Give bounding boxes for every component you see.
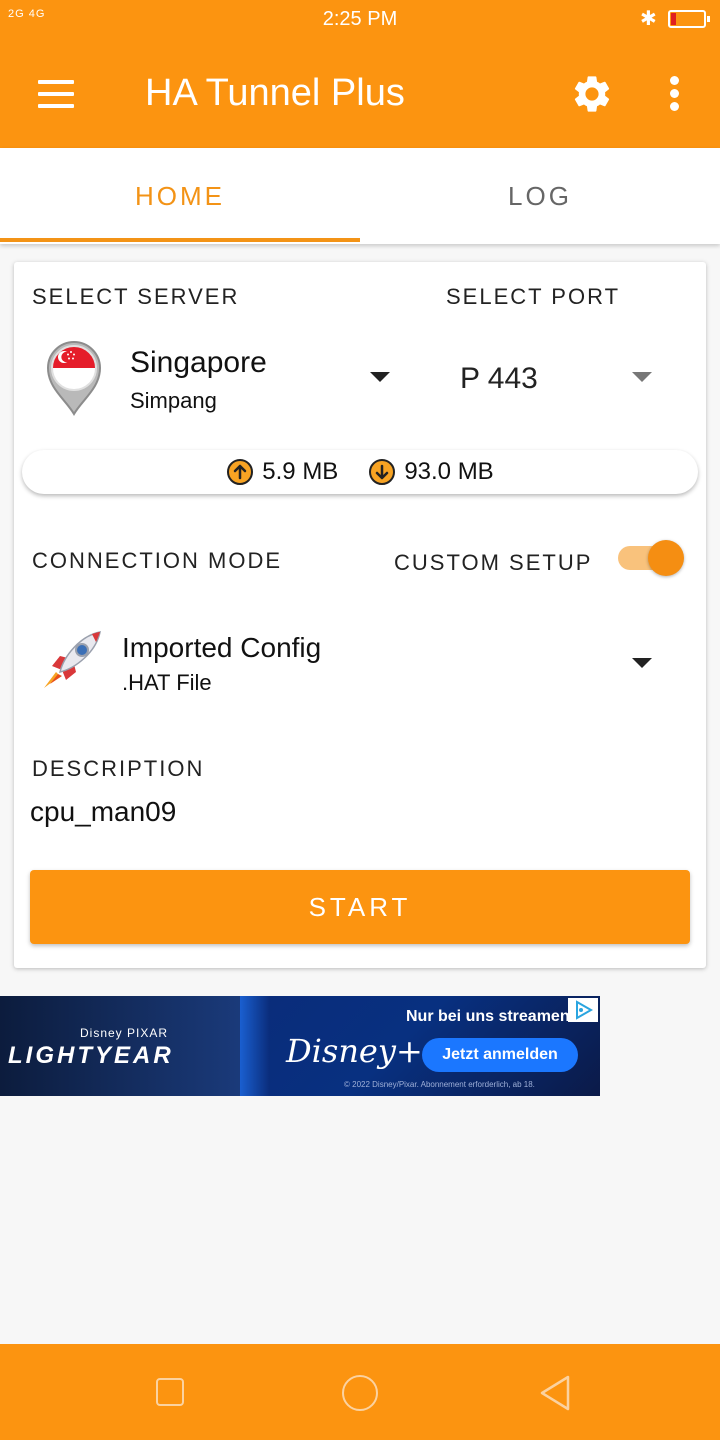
bluetooth-icon: ✱ — [640, 8, 657, 30]
back-triangle-icon[interactable] — [538, 1374, 572, 1412]
port-value: P 443 — [460, 362, 538, 395]
upload-arrow-icon — [227, 459, 254, 485]
mode-dropdown-caret-icon[interactable] — [632, 658, 652, 668]
connection-mode-name: Imported Config — [122, 632, 322, 663]
custom-setup-label: CUSTOM SETUP — [394, 550, 593, 575]
ad-divider — [240, 996, 270, 1096]
rocket-icon — [44, 631, 101, 688]
traffic-stats: 5.9 MB 93.0 MB — [22, 450, 698, 494]
select-server-label: SELECT SERVER — [32, 284, 240, 309]
tab-home[interactable]: HOME — [0, 148, 360, 244]
ad-legal-text: © 2022 Disney/Pixar. Abonnement erforder… — [344, 1080, 535, 1089]
upload-value: 5.9 MB — [262, 458, 339, 485]
ad-banner[interactable]: Disney PIXAR LIGHTYEAR Disney+ Nur bei u… — [0, 996, 600, 1096]
ad-brand-panel: Disney+ Nur bei uns streamen Jetzt anmel… — [240, 996, 600, 1096]
custom-setup-toggle[interactable] — [618, 540, 684, 576]
battery-icon — [668, 10, 710, 28]
description-label: DESCRIPTION — [32, 756, 205, 781]
start-button[interactable]: START — [30, 870, 690, 944]
download-arrow-icon — [369, 459, 396, 485]
ad-movie-panel: Disney PIXAR LIGHTYEAR — [0, 996, 240, 1096]
home-circle-icon[interactable] — [342, 1375, 378, 1411]
server-location: Simpang — [130, 388, 217, 413]
ad-movie-title: LIGHTYEAR — [8, 1042, 174, 1069]
description-value: cpu_man09 — [30, 796, 177, 827]
status-time: 2:25 PM — [322, 8, 398, 30]
gear-icon[interactable] — [570, 72, 614, 116]
recent-apps-icon[interactable] — [156, 1378, 184, 1406]
select-port-label: SELECT PORT — [446, 284, 621, 309]
active-tab-indicator — [0, 238, 360, 242]
ad-studio-text: Disney PIXAR — [80, 1026, 169, 1040]
download-value: 93.0 MB — [404, 458, 494, 485]
more-options-icon[interactable] — [670, 76, 682, 112]
connection-mode-label: CONNECTION MODE — [32, 548, 282, 573]
ad-choices-icon[interactable] — [568, 998, 598, 1022]
system-nav-bar — [0, 1344, 720, 1440]
menu-icon[interactable] — [38, 80, 74, 108]
tab-log[interactable]: LOG — [360, 148, 720, 244]
main-card: SELECT SERVER SELECT PORT Singapore Simp… — [14, 262, 706, 968]
ad-brand: Disney+ — [286, 1032, 423, 1070]
ad-cta-button[interactable]: Jetzt anmelden — [422, 1038, 578, 1072]
ad-tagline: Nur bei uns streamen — [406, 1008, 570, 1025]
app-bar: HA Tunnel Plus — [0, 40, 720, 148]
status-bar: 2G 4G 2:25 PM ✱ — [0, 0, 720, 40]
tab-bar: HOME LOG — [0, 148, 720, 244]
server-name: Singapore — [130, 346, 267, 379]
server-dropdown-caret-icon[interactable] — [370, 372, 390, 382]
port-dropdown-caret-icon[interactable] — [632, 372, 652, 382]
connection-mode-sub: .HAT File — [122, 670, 212, 695]
singapore-flag-icon — [46, 341, 102, 416]
app-title: HA Tunnel Plus — [145, 72, 405, 114]
